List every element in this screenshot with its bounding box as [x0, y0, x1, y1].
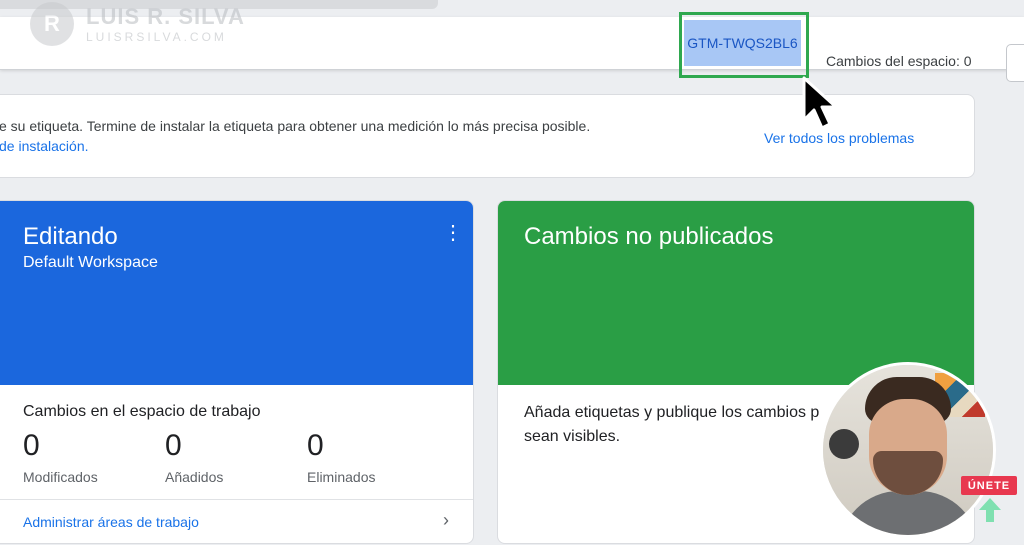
unpublished-title: Cambios no publicados: [524, 223, 774, 250]
stat-value: 0: [23, 429, 40, 462]
workspace-name: Default Workspace: [23, 254, 158, 271]
stat-value: 0: [165, 429, 182, 462]
installation-link[interactable]: de instalación.: [0, 138, 89, 154]
stat-deleted: 0 Eliminados: [307, 429, 375, 485]
stat-label: Eliminados: [307, 469, 376, 485]
join-badge[interactable]: ÚNETE: [961, 476, 1017, 495]
stat-modified: 0 Modificados: [23, 429, 98, 485]
workspace-changes-label: Cambios del espacio: 0: [826, 53, 972, 69]
more-vert-icon[interactable]: ⋮: [443, 223, 463, 243]
watermark-logo: R: [30, 2, 74, 46]
unpublished-description: Añada etiquetas y publique los cambios p…: [524, 404, 820, 445]
manage-workspaces-link[interactable]: Administrar áreas de trabajo: [23, 514, 199, 530]
stat-label: Modificados: [23, 469, 98, 485]
watermark-url: LUISRSILVA.COM: [86, 30, 227, 44]
mouse-pointer-icon: [802, 76, 838, 130]
arrow-up-icon: [979, 498, 1001, 522]
workspace-changes-title: Cambios en el espacio de trabajo: [23, 403, 261, 420]
view-all-problems-link[interactable]: Ver todos los problemas: [764, 130, 914, 146]
chevron-right-icon[interactable]: ›: [443, 510, 449, 531]
stat-added: 0 Añadidos: [165, 429, 223, 485]
globe: [829, 429, 859, 459]
watermark-name: LUIS R. SILVA: [86, 4, 245, 29]
notice-text: e su etiqueta. Termine de instalar la et…: [0, 118, 591, 134]
editing-title: Editando: [23, 223, 118, 250]
header-action-button[interactable]: [1006, 44, 1024, 82]
webcam-overlay: [820, 362, 996, 538]
highlight-box: [679, 12, 809, 78]
unpublished-card-header: Cambios no publicados: [498, 201, 974, 385]
divider: [0, 499, 473, 500]
stat-value: 0: [307, 429, 324, 462]
watermark: R LUIS R. SILVA LUISRSILVA.COM: [30, 2, 245, 46]
stat-label: Añadidos: [165, 469, 224, 485]
editing-card-header: Editando Default Workspace ⋮: [0, 201, 473, 385]
editing-card: Editando Default Workspace ⋮ Cambios en …: [0, 200, 474, 544]
